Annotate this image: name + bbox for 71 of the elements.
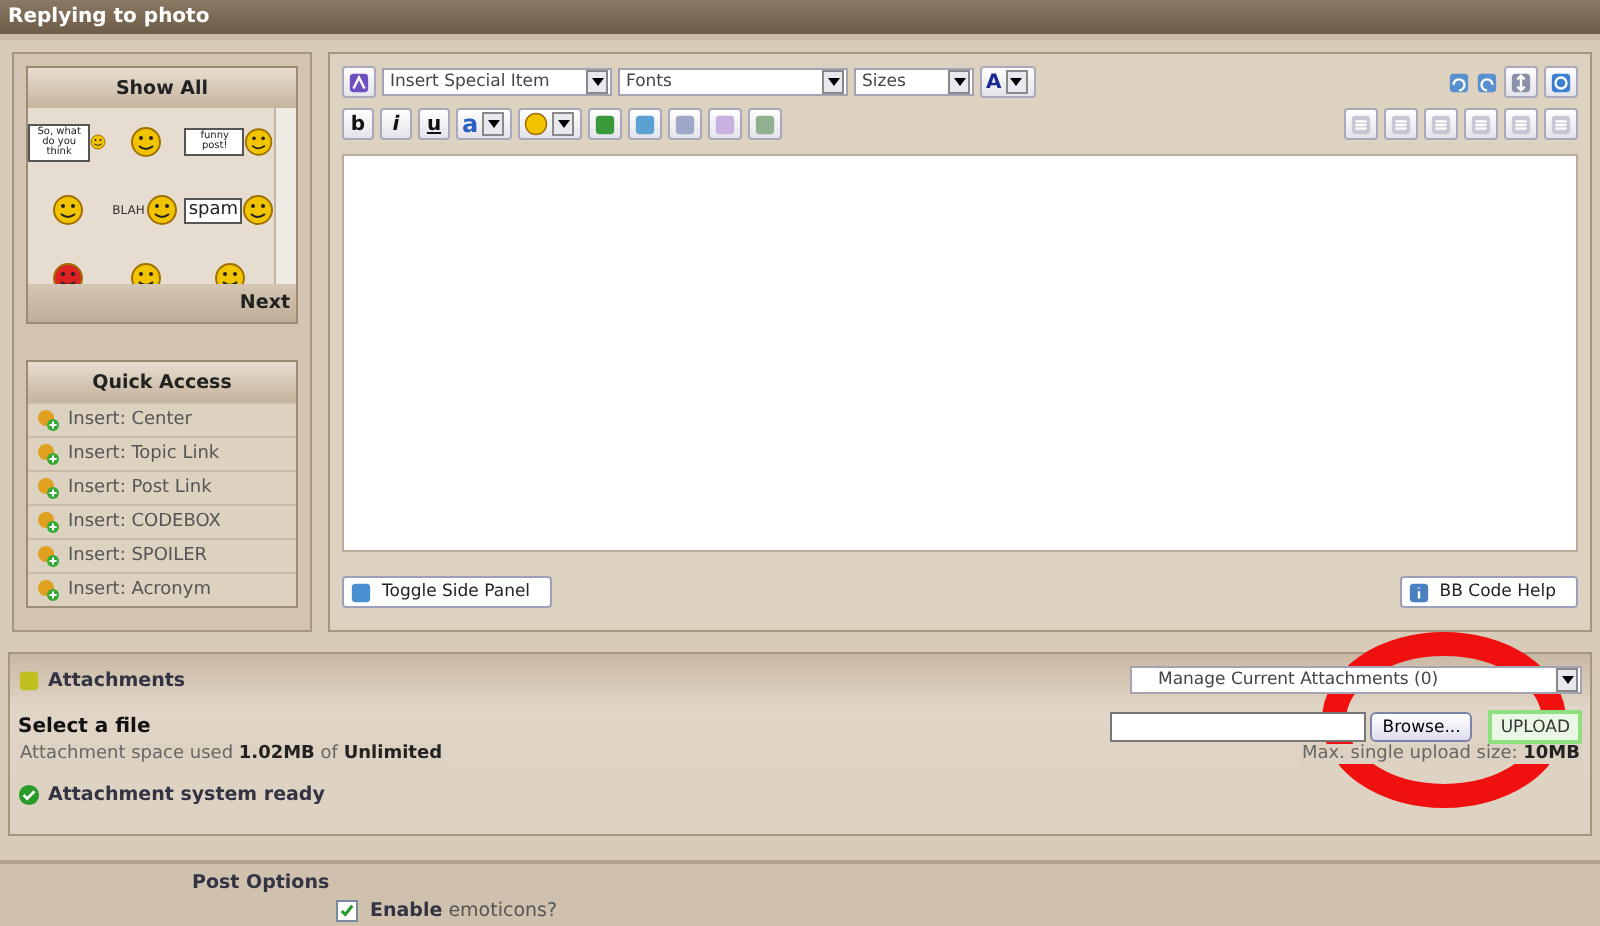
insert-icon [36, 408, 60, 432]
toolbar-button[interactable] [1424, 108, 1458, 140]
toolbar-button[interactable] [668, 108, 703, 140]
window-title: Replying to photo [0, 0, 1600, 40]
quick-access-item[interactable]: Insert: SPOILER [28, 538, 296, 572]
toolbar-button[interactable] [628, 108, 663, 140]
option-label: Enable emoticons? [370, 900, 558, 922]
file-input-field[interactable] [1110, 712, 1367, 742]
attachments-title: Attachments [18, 669, 186, 691]
quick-access-item[interactable]: Insert: Acronym [28, 572, 296, 606]
angry-smiley-icon[interactable] [51, 262, 84, 284]
format-button[interactable]: u [418, 108, 450, 140]
smiley-icon[interactable] [129, 126, 162, 158]
toolbar-button[interactable] [708, 108, 743, 140]
smiley-icon[interactable] [244, 126, 274, 158]
post-options-title: Post Options [192, 872, 332, 894]
checkbox[interactable] [336, 900, 358, 922]
text-color-button[interactable]: a [456, 108, 513, 140]
space-used-text: Attachment space used 1.02MB of Unlimited [18, 744, 445, 764]
toolbar-button[interactable] [1464, 108, 1498, 140]
toolbar-select[interactable]: Insert Special Item [382, 68, 612, 96]
upload-button[interactable]: UPLOAD [1488, 710, 1582, 744]
select-file-label: Select a file [18, 716, 151, 738]
toolbar-button[interactable] [1344, 108, 1378, 140]
manage-attachments-select[interactable]: Manage Current Attachments (0) [1130, 666, 1582, 694]
insert-icon [36, 578, 60, 602]
quick-access-item[interactable]: Insert: Post Link [28, 470, 296, 504]
insert-icon [36, 544, 60, 568]
toolbar-button[interactable] [588, 108, 623, 140]
toggle-side-panel-button[interactable]: Toggle Side Panel [342, 576, 553, 608]
toolbar-button[interactable] [1544, 108, 1578, 140]
smiley-icon[interactable] [213, 262, 246, 284]
quick-access-item[interactable]: Insert: Center [28, 402, 296, 436]
scrollbar[interactable] [274, 108, 296, 284]
smiley-icon[interactable] [129, 262, 162, 284]
quick-access-item[interactable]: Insert: CODEBOX [28, 504, 296, 538]
switch-mode-button[interactable] [1544, 66, 1578, 98]
info-icon [1407, 581, 1430, 603]
emoticon-button[interactable] [518, 108, 583, 140]
quick-access-header: Quick Access [28, 362, 296, 402]
insert-icon [36, 510, 60, 534]
check-circle-icon [18, 784, 40, 806]
insert-icon [36, 476, 60, 500]
smiley-icon[interactable] [146, 194, 179, 226]
toolbar-select[interactable]: Fonts [618, 68, 848, 96]
smiley-icon [524, 112, 549, 136]
insert-icon [36, 442, 60, 466]
bb-code-help-button[interactable]: BB Code Help [1399, 576, 1578, 608]
smiley-icon[interactable] [51, 194, 84, 226]
attachment-status: Attachment system ready [18, 784, 325, 806]
format-button[interactable]: b [342, 108, 374, 140]
emoticon-sign[interactable]: spam [184, 197, 242, 223]
font-color-button[interactable]: A [980, 66, 1036, 98]
special-item-button[interactable] [342, 66, 376, 98]
smiley-icon[interactable] [242, 194, 274, 226]
browse-button[interactable]: Browse... [1370, 712, 1473, 742]
resize-button[interactable] [1504, 66, 1538, 98]
toolbar-button[interactable] [1384, 108, 1418, 140]
refresh-icon [1550, 71, 1572, 93]
quick-access-item[interactable]: Insert: Topic Link [28, 436, 296, 470]
toolbar-button[interactable] [1504, 108, 1538, 140]
resize-icon [1510, 71, 1532, 93]
special-item-icon [348, 71, 370, 93]
toolbar-button[interactable] [748, 108, 783, 140]
emoticons-header[interactable]: Show All [28, 68, 296, 108]
redo-icon [1476, 71, 1498, 93]
toolbar-select[interactable]: Sizes [854, 68, 974, 96]
next-link[interactable]: Next [239, 292, 290, 314]
format-button[interactable]: i [380, 108, 412, 140]
undo-icon [1448, 71, 1470, 93]
max-upload-size-text: Max. single upload size: 10MB [1299, 744, 1582, 764]
